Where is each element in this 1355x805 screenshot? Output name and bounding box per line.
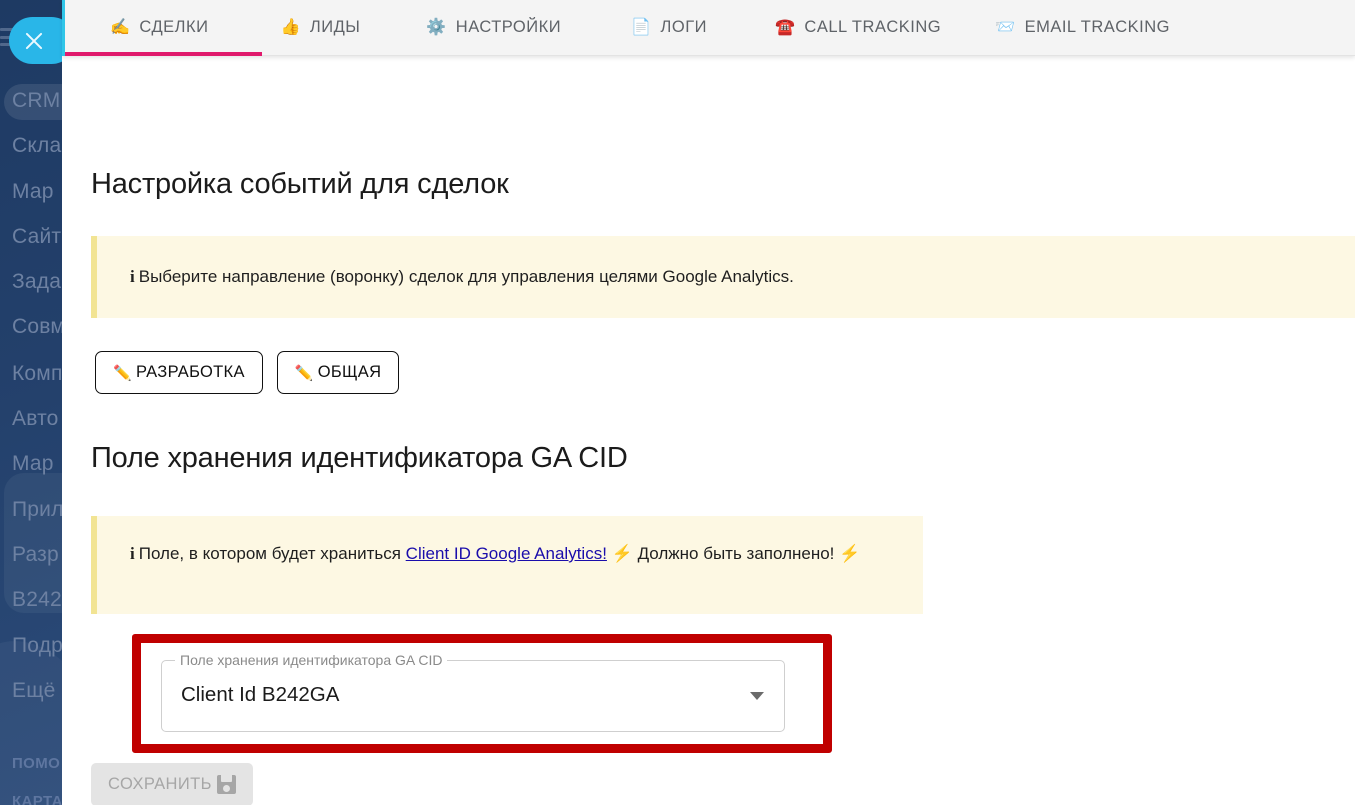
pencil-icon: ✏️ [294, 364, 314, 382]
funnel-button-row: ✏️ РАЗРАБОТКА ✏️ ОБЩАЯ [95, 351, 400, 394]
ga-cid-select[interactable]: Поле хранения идентификатора GA CID Clie… [161, 652, 785, 732]
ga-cid-field-highlight: Поле хранения идентификатора GA CID Clie… [132, 634, 832, 753]
floppy-disk-icon [216, 775, 236, 794]
sidebar-item-podr[interactable]: Подр [12, 634, 62, 658]
sidebar-item-eshyo[interactable]: Ещё [12, 679, 56, 703]
tab-leads-label: ЛИДЫ [309, 18, 361, 36]
thumbs-up-icon: 👍 [280, 18, 301, 36]
tab-deals[interactable]: ✍️ СДЕЛКИ [62, 0, 238, 56]
funnel-button-razrabotka-label: РАЗРАБОТКА [135, 363, 245, 381]
sidebar-item-avto[interactable]: Авто [12, 407, 59, 431]
sidebar-item-sayt[interactable]: Сайт [12, 225, 61, 249]
tab-bar: ✍️ СДЕЛКИ 👍 ЛИДЫ ⚙️ НАСТРОЙКИ 📄 ЛОГИ ☎️ … [62, 0, 1355, 56]
page-title-ga-cid: Поле хранения идентификатора GA CID [91, 442, 628, 474]
sidebar-footer-help[interactable]: ПОМО [12, 755, 60, 772]
sidebar-item-pril[interactable]: Прил [12, 498, 62, 522]
sidebar-item-b242[interactable]: B242 [12, 588, 62, 612]
tab-leads[interactable]: 👍 ЛИДЫ [238, 0, 382, 56]
tab-call-tracking-label: CALL TRACKING [804, 18, 942, 36]
app-root: CRM Скла Мар Сайт Зада Совм Комп Авто Ма… [0, 0, 1355, 805]
alert-funnel-hint: i Выберите направление (воронку) сделок д… [91, 236, 1355, 318]
main-panel: ✍️ СДЕЛКИ 👍 ЛИДЫ ⚙️ НАСТРОЙКИ 📄 ЛОГИ ☎️ … [62, 0, 1355, 805]
tab-deals-label: СДЕЛКИ [139, 18, 209, 36]
telephone-icon: ☎️ [775, 18, 796, 36]
tab-settings-label: НАСТРОЙКИ [455, 18, 562, 36]
lightning-icon: ⚡ [611, 544, 633, 563]
pencil-icon: ✏️ [113, 364, 132, 382]
gear-icon: ⚙️ [426, 18, 447, 36]
save-button-label: СОХРАНИТЬ [108, 775, 212, 793]
info-icon: i [130, 544, 135, 563]
tab-settings[interactable]: ⚙️ НАСТРОЙКИ [382, 0, 583, 56]
alert-ga-cid-hint: i Поле, в котором будет храниться Client … [91, 516, 923, 614]
ga-cid-select-legend: Поле хранения идентификатора GA CID [175, 652, 448, 668]
page-title-events: Настройка событий для сделок [91, 168, 509, 200]
tab-email-tracking[interactable]: 📨 EMAIL TRACKING [963, 0, 1192, 56]
funnel-button-obshchaya[interactable]: ✏️ ОБЩАЯ [276, 351, 400, 394]
sidebar-item-razr[interactable]: Разр [12, 543, 59, 567]
pencil-icon: ✍️ [110, 18, 131, 36]
alert-funnel-text: Выберите направление (воронку) сделок дл… [138, 267, 794, 286]
client-id-google-analytics-link[interactable]: Client ID Google Analytics! [406, 544, 607, 563]
document-icon: 📄 [631, 18, 652, 36]
sidebar-item-mar-1[interactable]: Мар [12, 180, 54, 204]
info-icon: i [130, 267, 135, 286]
alert-ga-cid-text-before: Поле, в котором будет храниться [138, 544, 406, 563]
sidebar-footer-sitemap[interactable]: КАРТА [12, 793, 62, 805]
alert-ga-cid-text-after: Должно быть заполнено! [632, 544, 840, 563]
sidebar-item-mar-2[interactable]: Мар [12, 452, 54, 476]
tab-logs[interactable]: 📄 ЛОГИ [583, 0, 729, 56]
sidebar-item-sovm[interactable]: Совм [12, 315, 62, 339]
tab-logs-label: ЛОГИ [660, 18, 707, 36]
sidebar-item-komp[interactable]: Комп [12, 362, 62, 386]
funnel-button-razrabotka[interactable]: ✏️ РАЗРАБОТКА [95, 351, 263, 394]
funnel-button-obshchaya-label: ОБЩАЯ [317, 363, 382, 381]
incoming-mail-icon: 📨 [995, 18, 1016, 36]
active-tab-indicator [65, 52, 262, 56]
ga-cid-select-value: Client Id B242GA [181, 683, 340, 706]
sidebar-item-sklad[interactable]: Скла [12, 134, 61, 158]
save-button[interactable]: СОХРАНИТЬ [91, 763, 253, 805]
close-icon[interactable] [23, 30, 45, 52]
sidebar-item-crm[interactable]: CRM [12, 89, 60, 113]
tab-call-tracking[interactable]: ☎️ CALL TRACKING [729, 0, 963, 56]
tab-email-tracking-label: EMAIL TRACKING [1024, 18, 1171, 36]
sidebar-item-zada[interactable]: Зада [12, 270, 61, 294]
lightning-icon-2: ⚡ [839, 544, 861, 563]
left-sidebar: CRM Скла Мар Сайт Зада Совм Комп Авто Ма… [0, 0, 62, 805]
chevron-down-icon[interactable] [750, 692, 764, 700]
